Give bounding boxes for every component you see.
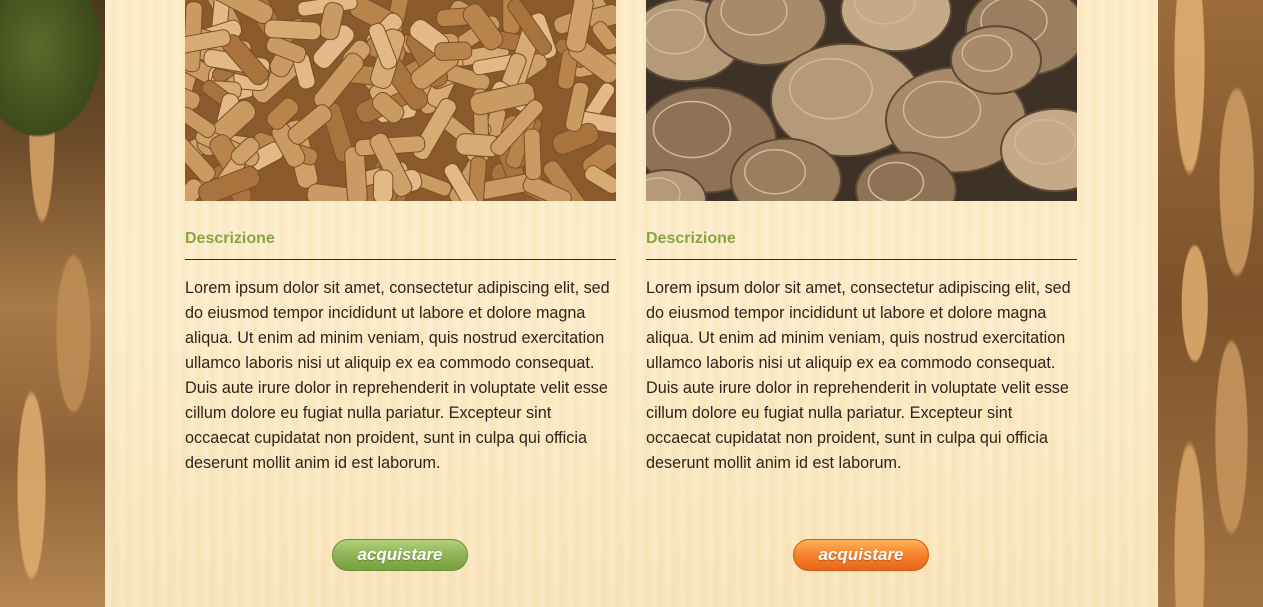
description-text: Lorem ipsum dolor sit amet, consectetur … — [185, 279, 610, 472]
background-pellets-left — [0, 0, 110, 607]
content-panel: Descrizione Lorem ipsum dolor sit amet, … — [105, 0, 1158, 607]
description-heading: Descrizione — [646, 229, 1077, 260]
product-card-pellets: Descrizione Lorem ipsum dolor sit amet, … — [185, 0, 616, 571]
wood-pellets-image — [185, 0, 616, 201]
background-pellets-right — [1158, 0, 1263, 607]
wood-briquettes-image — [646, 0, 1077, 201]
product-card-briquettes: Descrizione Lorem ipsum dolor sit amet, … — [646, 0, 1077, 571]
description-heading: Descrizione — [185, 229, 616, 260]
buy-button-pellets[interactable]: acquistare — [332, 539, 468, 571]
buy-button-briquettes[interactable]: acquistare — [793, 539, 929, 571]
description-text: Lorem ipsum dolor sit amet, consectetur … — [646, 279, 1071, 472]
leaf-decoration — [0, 0, 110, 150]
